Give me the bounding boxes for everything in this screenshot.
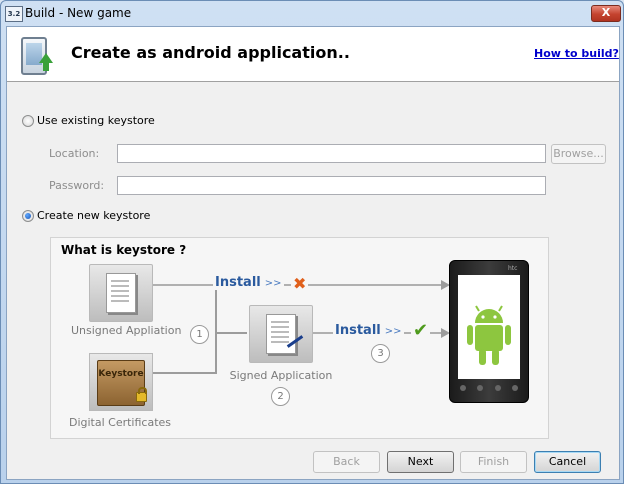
page-title: Create as android application.. (71, 43, 350, 62)
next-button[interactable]: Next (387, 451, 454, 473)
android-robot-icon (467, 305, 511, 365)
finish-button[interactable]: Finish (460, 451, 527, 473)
connector-line (153, 372, 217, 374)
password-label: Password: (49, 179, 105, 192)
keystore-explanation-diagram: What is keystore ? Unsigned Appliation K… (50, 237, 549, 439)
window-title: Build - New game (25, 6, 132, 20)
unsigned-application-image (89, 264, 153, 322)
connector-line (215, 332, 247, 334)
app-icon: 3.2 (5, 6, 23, 22)
dialog-client-area: Create as android application.. How to b… (6, 26, 620, 480)
android-phone-image: htc (449, 260, 529, 403)
device-hardware-keys (460, 385, 518, 393)
close-button[interactable]: X (591, 5, 621, 22)
step-1-badge: 1 (190, 325, 209, 344)
signed-document-icon (266, 314, 296, 354)
header-banner: Create as android application.. How to b… (7, 27, 619, 82)
title-bar[interactable]: 3.2 Build - New game X (1, 1, 623, 25)
lock-icon (136, 387, 147, 402)
location-label: Location: (49, 147, 100, 160)
build-dialog-window: 3.2 Build - New game X Create as android… (0, 0, 624, 484)
unsigned-application-caption: Unsigned Appliation (71, 324, 182, 337)
how-to-build-link[interactable]: How to build? (534, 47, 619, 60)
diagram-title: What is keystore ? (61, 243, 187, 257)
install-unsigned-label: Install >> (213, 275, 284, 290)
location-input[interactable] (117, 144, 546, 163)
connector-line (215, 284, 217, 374)
chevrons: >> (384, 326, 402, 337)
use-existing-keystore-radio[interactable] (22, 115, 34, 127)
signed-application-image (249, 305, 313, 363)
browse-button[interactable]: Browse... (551, 144, 606, 164)
success-check-icon: ✔ (411, 320, 431, 341)
chevrons: >> (264, 278, 282, 289)
back-button[interactable]: Back (313, 451, 380, 473)
install-text: Install (215, 275, 261, 290)
cancel-button[interactable]: Cancel (534, 451, 601, 473)
install-signed-label: Install >> (333, 323, 404, 338)
install-text: Install (335, 323, 381, 338)
create-new-keystore-radio[interactable] (22, 210, 34, 222)
create-new-keystore-label[interactable]: Create new keystore (37, 209, 150, 222)
digital-certificates-caption: Digital Certificates (68, 416, 172, 429)
document-icon (106, 273, 136, 313)
step-3-badge: 3 (371, 344, 390, 363)
phone-screen (458, 275, 520, 379)
digital-certificates-image: Keystore (89, 353, 153, 411)
fail-x-icon: ✖ (291, 274, 309, 293)
step-2-badge: 2 (271, 387, 290, 406)
use-existing-keystore-label[interactable]: Use existing keystore (37, 114, 155, 127)
signed-application-caption: Signed Application (229, 369, 333, 382)
device-brand-mark: htc (508, 265, 518, 272)
keystore-box-label: Keystore (98, 369, 144, 379)
upload-arrow-stem (43, 62, 49, 71)
password-input[interactable] (117, 176, 546, 195)
